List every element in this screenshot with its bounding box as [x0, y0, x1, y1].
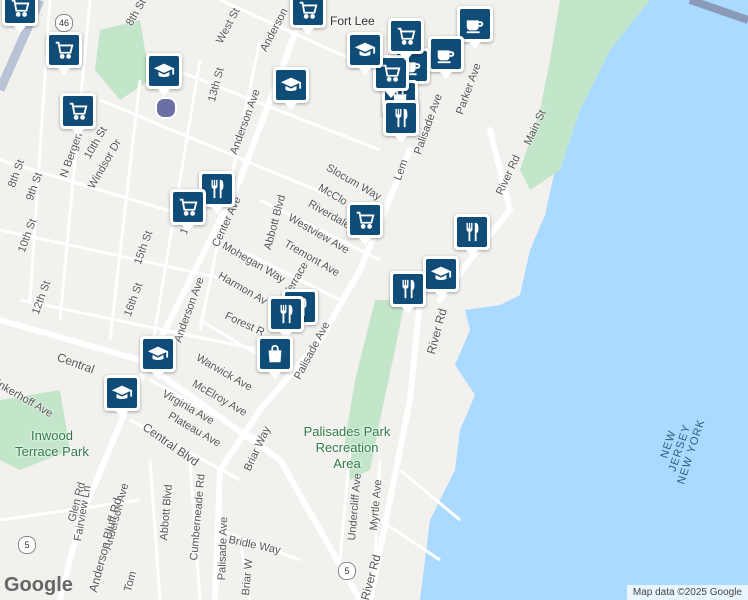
poi-marker[interactable] — [257, 336, 293, 379]
poi-marker[interactable] — [140, 336, 176, 379]
poi-marker[interactable] — [390, 271, 426, 314]
map-canvas[interactable]: 8th St West St Anderson 13th St Anderson… — [0, 0, 748, 600]
utensils-icon — [386, 103, 416, 133]
shopping-bag-icon — [260, 339, 290, 369]
utensils-icon — [271, 299, 301, 329]
graduation-cap-icon — [276, 70, 306, 100]
poi-marker[interactable] — [454, 214, 490, 257]
shopping-cart-icon — [63, 96, 93, 126]
poi-marker[interactable] — [268, 296, 304, 339]
utensils-icon — [202, 174, 232, 204]
poi-marker[interactable] — [273, 67, 309, 110]
map-attribution[interactable]: Map data ©2025 Google — [626, 585, 748, 600]
area-label-inwood-terrace-park: Inwood Terrace Park — [15, 428, 89, 459]
shopping-cart-icon — [173, 192, 203, 222]
utensils-icon — [457, 217, 487, 247]
route-shield: 46 — [55, 14, 73, 32]
poi-marker[interactable] — [383, 100, 419, 143]
utensils-icon — [393, 274, 423, 304]
graduation-cap-icon — [107, 378, 137, 408]
poi-marker[interactable] — [428, 36, 464, 79]
poi-marker[interactable] — [2, 0, 38, 33]
street-label: Palisade Ave — [216, 516, 231, 581]
poi-marker[interactable] — [104, 375, 140, 418]
route-shield: 5 — [338, 562, 356, 580]
shopping-cart-icon — [293, 0, 323, 25]
shopping-cart-icon — [391, 21, 421, 51]
coffee-icon — [431, 39, 461, 69]
poi-marker[interactable] — [146, 53, 182, 96]
google-logo: Google — [4, 574, 73, 596]
poi-marker[interactable] — [46, 32, 82, 75]
shopping-cart-icon — [5, 0, 35, 23]
poi-marker[interactable] — [423, 256, 459, 299]
poi-marker[interactable] — [290, 0, 326, 35]
area-label-palisades-park: Palisades Park Recreation Area — [303, 424, 391, 471]
place-label-fort-lee: Fort Lee — [330, 14, 375, 28]
graduation-cap-icon — [149, 56, 179, 86]
graduation-cap-icon — [143, 339, 173, 369]
poi-marker[interactable] — [170, 189, 206, 232]
shopping-cart-icon — [350, 205, 380, 235]
poi-marker[interactable] — [388, 18, 424, 61]
poi-marker[interactable] — [347, 32, 383, 75]
poi-marker[interactable] — [347, 202, 383, 245]
shopping-cart-icon — [49, 35, 79, 65]
coffee-icon — [460, 9, 490, 39]
graduation-cap-icon — [426, 259, 456, 289]
poi-marker[interactable] — [60, 93, 96, 136]
route-shield: 5 — [18, 536, 36, 554]
graduation-cap-icon — [350, 35, 380, 65]
school-icon[interactable] — [155, 97, 177, 119]
park-area-west — [95, 20, 150, 100]
